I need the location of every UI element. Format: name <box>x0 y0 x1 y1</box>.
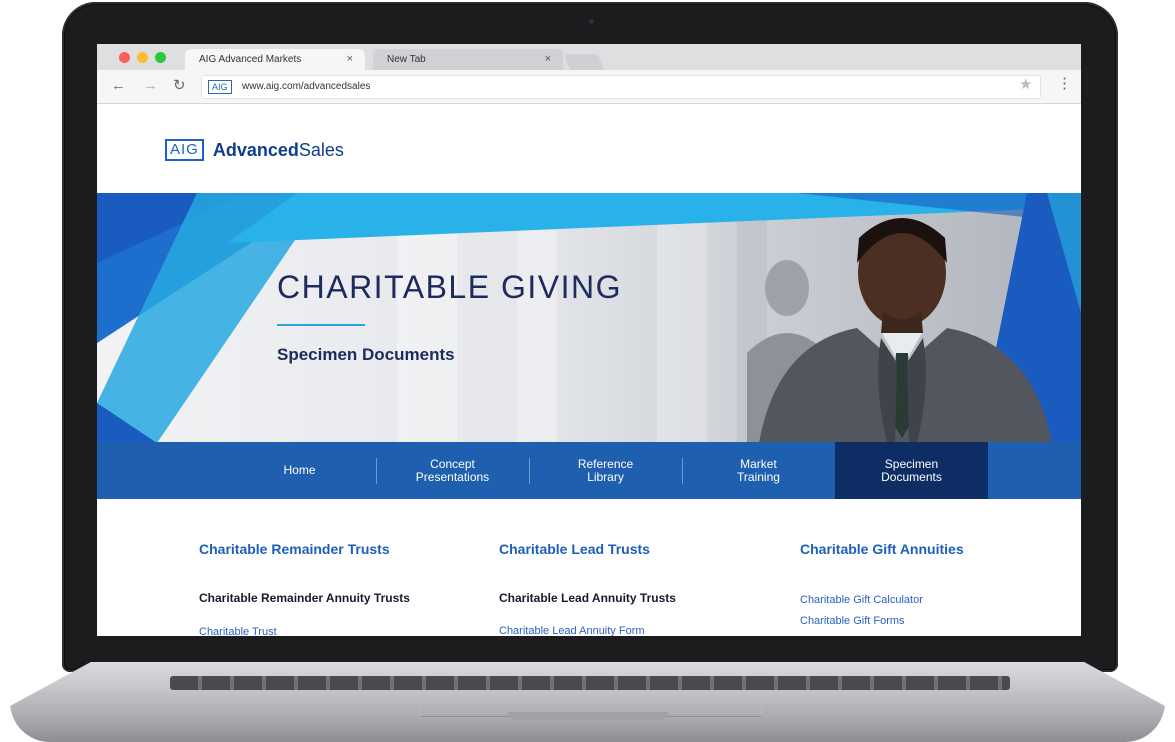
nav-label: Home <box>283 463 316 477</box>
logo-aig: AIG <box>165 139 204 161</box>
section-subheading: Charitable Remainder Annuity Trusts <box>199 591 410 605</box>
new-tab-button[interactable] <box>564 54 604 70</box>
link-charitable-gift-calculator[interactable]: Charitable Gift Calculator <box>800 594 923 606</box>
hero-graphic <box>97 193 1081 443</box>
page-title: CHARITABLE GIVING <box>277 269 622 305</box>
link-charitable-trust[interactable]: Charitable Trust <box>199 626 277 636</box>
title-divider <box>277 324 365 326</box>
section-heading: Charitable Lead Trusts <box>499 541 650 557</box>
hero-banner: CHARITABLE GIVING Specimen Documents <box>97 193 1081 443</box>
menu-icon[interactable]: ⋮ <box>1057 76 1072 91</box>
laptop-keyboard-edge <box>170 676 1010 690</box>
section-subheading: Charitable Lead Annuity Trusts <box>499 591 676 605</box>
section-gift-annuities: Charitable Gift Annuities Charitable Gif… <box>800 541 1060 627</box>
back-icon[interactable]: ← <box>111 78 126 93</box>
section-lead-trusts: Charitable Lead Trusts Charitable Lead A… <box>499 541 759 636</box>
tab-aig-advanced-markets[interactable]: AIG Advanced Markets × <box>185 49 365 70</box>
browser-toolbar: ← → ↻ AIG www.aig.com/advancedsales ★ ⋮ <box>97 70 1081 104</box>
laptop-screen: AIG Advanced Markets × New Tab × ← → ↻ A… <box>97 44 1081 636</box>
web-page: AIG Advanced Sales CHARITABLE GIVING Spe… <box>97 104 1081 636</box>
section-heading: Charitable Gift Annuities <box>800 541 964 557</box>
laptop-notch <box>508 712 668 720</box>
main-navigation: Home Concept Presentations Reference Lib… <box>97 442 1081 499</box>
camera-icon <box>587 17 596 26</box>
link-charitable-lead-annuity-form[interactable]: Charitable Lead Annuity Form <box>499 625 645 636</box>
tab-new-tab[interactable]: New Tab × <box>373 49 563 70</box>
forward-icon[interactable]: → <box>143 78 158 93</box>
address-bar[interactable]: AIG www.aig.com/advancedsales <box>201 75 1041 99</box>
page-subtitle: Specimen Documents <box>277 345 455 364</box>
nav-label: Market Training <box>737 456 780 484</box>
star-icon[interactable]: ★ <box>1019 77 1032 92</box>
reload-icon[interactable]: ↻ <box>173 78 186 93</box>
tab-close-icon[interactable]: × <box>347 49 353 70</box>
nav-concept-presentations[interactable]: Concept Presentations <box>376 442 529 499</box>
section-remainder-trusts: Charitable Remainder Trusts Charitable R… <box>199 541 459 636</box>
site-logo[interactable]: AIG Advanced Sales <box>165 139 344 161</box>
tab-close-icon[interactable]: × <box>545 49 551 70</box>
tab-title: New Tab <box>387 54 426 65</box>
window-minimize-button[interactable] <box>137 52 148 63</box>
site-favicon-icon: AIG <box>208 80 232 94</box>
window-close-button[interactable] <box>119 52 130 63</box>
nav-label: Concept Presentations <box>415 456 490 484</box>
url-text[interactable]: www.aig.com/advancedsales <box>242 80 370 93</box>
logo-sales: Sales <box>298 139 344 160</box>
section-heading: Charitable Remainder Trusts <box>199 541 390 557</box>
nav-reference-library[interactable]: Reference Library <box>529 442 682 499</box>
browser-tabbar: AIG Advanced Markets × New Tab × <box>97 44 1081 70</box>
nav-label: Specimen Documents <box>881 456 942 484</box>
nav-label: Reference Library <box>577 456 634 484</box>
window-zoom-button[interactable] <box>155 52 166 63</box>
nav-home[interactable]: Home <box>223 442 376 499</box>
logo-advanced: Advanced <box>212 139 299 160</box>
tab-title: AIG Advanced Markets <box>199 54 302 65</box>
link-charitable-gift-forms[interactable]: Charitable Gift Forms <box>800 615 905 627</box>
nav-specimen-documents[interactable]: Specimen Documents <box>835 442 988 499</box>
nav-market-training[interactable]: Market Training <box>682 442 835 499</box>
